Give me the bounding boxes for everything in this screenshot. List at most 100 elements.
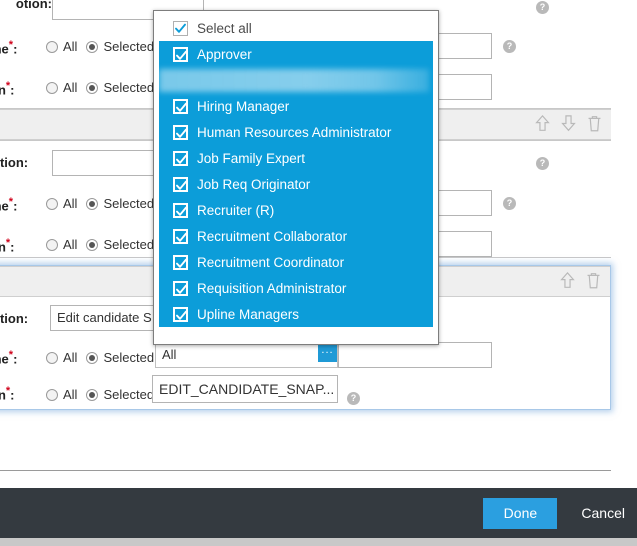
- role-multiselect-dropdown[interactable]: Select all Approver Hiring Manager Human Re…: [153, 10, 439, 345]
- role-option-label: Hiring Manager: [197, 98, 290, 114]
- role-multiselect-list: Select all Approver Hiring Manager Human Re…: [159, 15, 433, 339]
- group2-name-help-icon[interactable]: ?: [503, 197, 516, 210]
- role-option-label: Select all: [197, 20, 252, 36]
- group3-perm-radio-selected[interactable]: [86, 388, 99, 401]
- group2-name-colon: :: [13, 198, 18, 214]
- group1-action-help-icon[interactable]: ?: [536, 1, 549, 14]
- role-option-label: Approver: [197, 46, 252, 62]
- group1-perm-radio-selected-label: Selected: [103, 80, 155, 95]
- group3-perm-radio-all[interactable]: [46, 388, 58, 401]
- group1-perm-radio-all[interactable]: [46, 81, 58, 94]
- role-option-redacted[interactable]: [159, 67, 433, 93]
- group1-name-radio-all-label: All: [63, 39, 78, 54]
- role-option[interactable]: Approver: [159, 41, 433, 67]
- group1-name-radio-all[interactable]: [46, 40, 58, 53]
- checkbox-icon[interactable]: [173, 228, 188, 244]
- group3-name-radio-all-label: All: [63, 350, 78, 365]
- role-option[interactable]: Upline Managers: [159, 301, 433, 327]
- checkbox-icon[interactable]: [173, 150, 188, 166]
- group3-name-radio-selected-label: Selected: [103, 350, 155, 365]
- role-option[interactable]: Recruiter (R): [159, 197, 433, 223]
- group3-name-label: me*:: [0, 349, 17, 366]
- group2-perm-colon: :: [10, 239, 15, 255]
- group2-action-label: otion:: [0, 155, 29, 170]
- group2-name-radios[interactable]: All Selected: [46, 196, 161, 211]
- role-option-label: Recruitment Collaborator: [197, 228, 348, 244]
- role-option[interactable]: Requisition Administrator: [159, 275, 433, 301]
- group1-perm-radio-selected[interactable]: [86, 81, 99, 94]
- role-option[interactable]: Hiring Manager: [159, 93, 433, 119]
- group1-perm-radios[interactable]: All Selected: [46, 80, 161, 95]
- group3-perm-colon: :: [10, 387, 15, 403]
- group3-name-secondary-input[interactable]: [338, 342, 492, 368]
- role-option-label: Recruitment Coordinator: [197, 254, 345, 270]
- checkbox-icon[interactable]: [173, 98, 188, 114]
- trash-icon[interactable]: [586, 114, 603, 133]
- group1-perm-label: on*:: [0, 80, 15, 97]
- group2-name-radio-selected[interactable]: [86, 197, 99, 210]
- group3-perm-radios[interactable]: All Selected: [46, 387, 161, 402]
- group3-perm-label: on*:: [0, 385, 15, 402]
- group1-name-radios[interactable]: All Selected: [46, 39, 161, 54]
- group2-perm-radio-selected[interactable]: [86, 238, 99, 251]
- role-option[interactable]: Human Resources Administrator: [159, 119, 433, 145]
- group2-name-label: me*:: [0, 196, 17, 213]
- group3-name-radio-all[interactable]: [46, 351, 58, 364]
- role-option-label: Recruiter (R): [197, 202, 275, 218]
- redacted-blur-band: [159, 69, 429, 92]
- group1-name-label: me*:: [0, 39, 17, 56]
- group2-toolbar-icons: [534, 114, 603, 133]
- bottom-strip: [0, 538, 637, 546]
- role-option-label: Human Resources Administrator: [197, 124, 392, 140]
- checkbox-icon[interactable]: [173, 176, 188, 192]
- group2-name-radio-all-label: All: [63, 196, 78, 211]
- group2-action-help-icon[interactable]: ?: [536, 157, 549, 170]
- screen-root: otion: ? me*: All Selected ? on*: All Se…: [0, 0, 637, 546]
- role-option[interactable]: Select all: [159, 15, 433, 41]
- checkbox-icon[interactable]: [173, 280, 188, 296]
- group1-action-label: otion:: [15, 0, 52, 11]
- role-option-label: Job Family Expert: [197, 150, 306, 166]
- group2-perm-radio-all[interactable]: [46, 238, 58, 251]
- group3-name-radio-selected[interactable]: [86, 351, 99, 364]
- group2-name-radio-all[interactable]: [46, 197, 58, 210]
- checkbox-icon[interactable]: [173, 254, 188, 270]
- group3-perm-help-icon[interactable]: ?: [347, 392, 360, 405]
- role-option-label: Upline Managers: [197, 306, 300, 322]
- arrow-up-icon[interactable]: [559, 271, 576, 290]
- group3-perm-input[interactable]: EDIT_CANDIDATE_SNAP...: [152, 375, 338, 403]
- group1-perm-radio-all-label: All: [63, 80, 78, 95]
- group2-perm-radios[interactable]: All Selected: [46, 237, 161, 252]
- role-option-label: Requisition Administrator: [197, 280, 347, 296]
- group1-name-radio-selected[interactable]: [86, 40, 99, 53]
- group2-perm-radio-selected-label: Selected: [103, 237, 155, 252]
- role-option[interactable]: Job Req Originator: [159, 171, 433, 197]
- checkbox-icon[interactable]: [173, 306, 188, 322]
- group3-name-input[interactable]: All: [155, 342, 338, 368]
- trash-icon[interactable]: [585, 271, 602, 290]
- role-option[interactable]: Recruitment Collaborator: [159, 223, 433, 249]
- checkbox-icon[interactable]: [173, 124, 188, 140]
- arrow-up-icon[interactable]: [534, 114, 551, 133]
- done-button[interactable]: Done: [483, 497, 558, 529]
- role-option[interactable]: Job Family Expert: [159, 145, 433, 171]
- group3-toolbar-icons: [559, 271, 602, 290]
- group2-name-label-text: me: [0, 198, 9, 214]
- checkbox-icon[interactable]: [173, 20, 188, 36]
- role-option[interactable]: Recruitment Coordinator: [159, 249, 433, 275]
- checkbox-icon[interactable]: [173, 202, 188, 218]
- checkbox-icon[interactable]: [173, 46, 188, 62]
- group2-perm-label: on*:: [0, 237, 15, 254]
- group3-name-radios[interactable]: All Selected: [46, 350, 161, 365]
- group1-name-help-icon[interactable]: ?: [503, 40, 516, 53]
- group3-name-label-text: me: [0, 351, 9, 367]
- arrow-down-icon[interactable]: [560, 114, 577, 133]
- group1-perm-colon: :: [10, 82, 15, 98]
- group1-name-colon: :: [13, 41, 18, 57]
- group3-action-label: otion:: [0, 311, 29, 326]
- group3-name-picker-button[interactable]: ...: [318, 345, 337, 362]
- group1-name-label-text: me: [0, 41, 9, 57]
- role-option-label: Job Req Originator: [197, 176, 311, 192]
- cancel-button[interactable]: Cancel: [575, 504, 631, 522]
- footer-bar: Done Cancel: [0, 488, 637, 538]
